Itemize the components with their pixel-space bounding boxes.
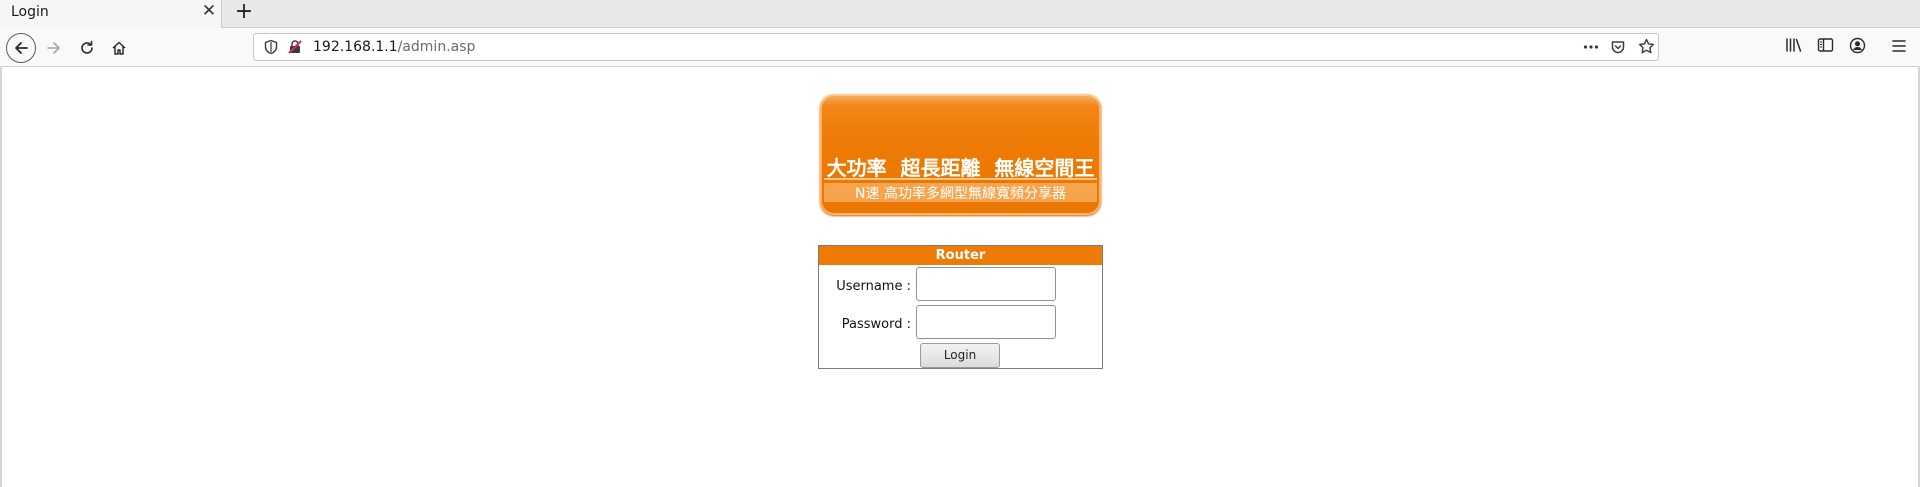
reload-button[interactable]: [73, 34, 101, 62]
url-host: 192.168.1.1: [313, 39, 398, 55]
arrow-left-icon: [15, 42, 28, 54]
banner-gloss: [820, 94, 1101, 106]
account-icon[interactable]: [1849, 37, 1866, 54]
library-icon[interactable]: [1785, 37, 1803, 53]
login-button[interactable]: Login: [920, 343, 1000, 368]
more-dots-icon[interactable]: [1583, 44, 1599, 50]
reload-icon: [81, 40, 93, 54]
password-label: Password :: [841, 317, 911, 332]
tab-login[interactable]: Login ✕: [0, 0, 222, 28]
star-icon[interactable]: [1638, 38, 1655, 55]
plus-icon[interactable]: +: [233, 0, 255, 24]
banner-sub-text: N速 高功率多網型無線寬頻分享器: [855, 186, 1066, 202]
username-label: Username :: [836, 279, 911, 294]
password-input[interactable]: [916, 305, 1056, 339]
url-bar[interactable]: 192.168.1.1/admin.asp: [253, 33, 1659, 61]
page-border-left: [0, 66, 2, 487]
forward-button[interactable]: [40, 34, 68, 62]
banner-main-text: 大功率 超長距離 無線空間王: [826, 156, 1095, 180]
url-path: /admin.asp: [397, 39, 476, 55]
tab-bar: Login ✕ +: [0, 0, 1920, 28]
navigation-toolbar: 192.168.1.1/admin.asp: [0, 28, 1920, 67]
back-button[interactable]: [6, 33, 36, 63]
sidebar-icon[interactable]: [1817, 37, 1834, 53]
tab-title: Login: [11, 4, 49, 20]
hamburger-menu-icon[interactable]: [1891, 39, 1907, 53]
login-header: Router: [819, 246, 1102, 265]
pocket-icon[interactable]: [1610, 39, 1626, 55]
router-banner: 大功率 超長距離 無線空間王 N速 高功率多網型無線寬頻分享器: [820, 94, 1101, 215]
url-text[interactable]: 192.168.1.1/admin.asp: [313, 39, 475, 55]
insecure-lock-icon[interactable]: [287, 39, 303, 55]
login-form: Router Username : Password : Login: [818, 245, 1103, 369]
home-button[interactable]: [105, 34, 133, 62]
home-icon: [112, 41, 126, 55]
shield-icon[interactable]: [264, 39, 278, 55]
username-input[interactable]: [916, 267, 1056, 301]
close-icon[interactable]: ✕: [200, 1, 218, 21]
banner-divider: [824, 178, 1097, 180]
arrow-right-icon: [47, 42, 60, 54]
